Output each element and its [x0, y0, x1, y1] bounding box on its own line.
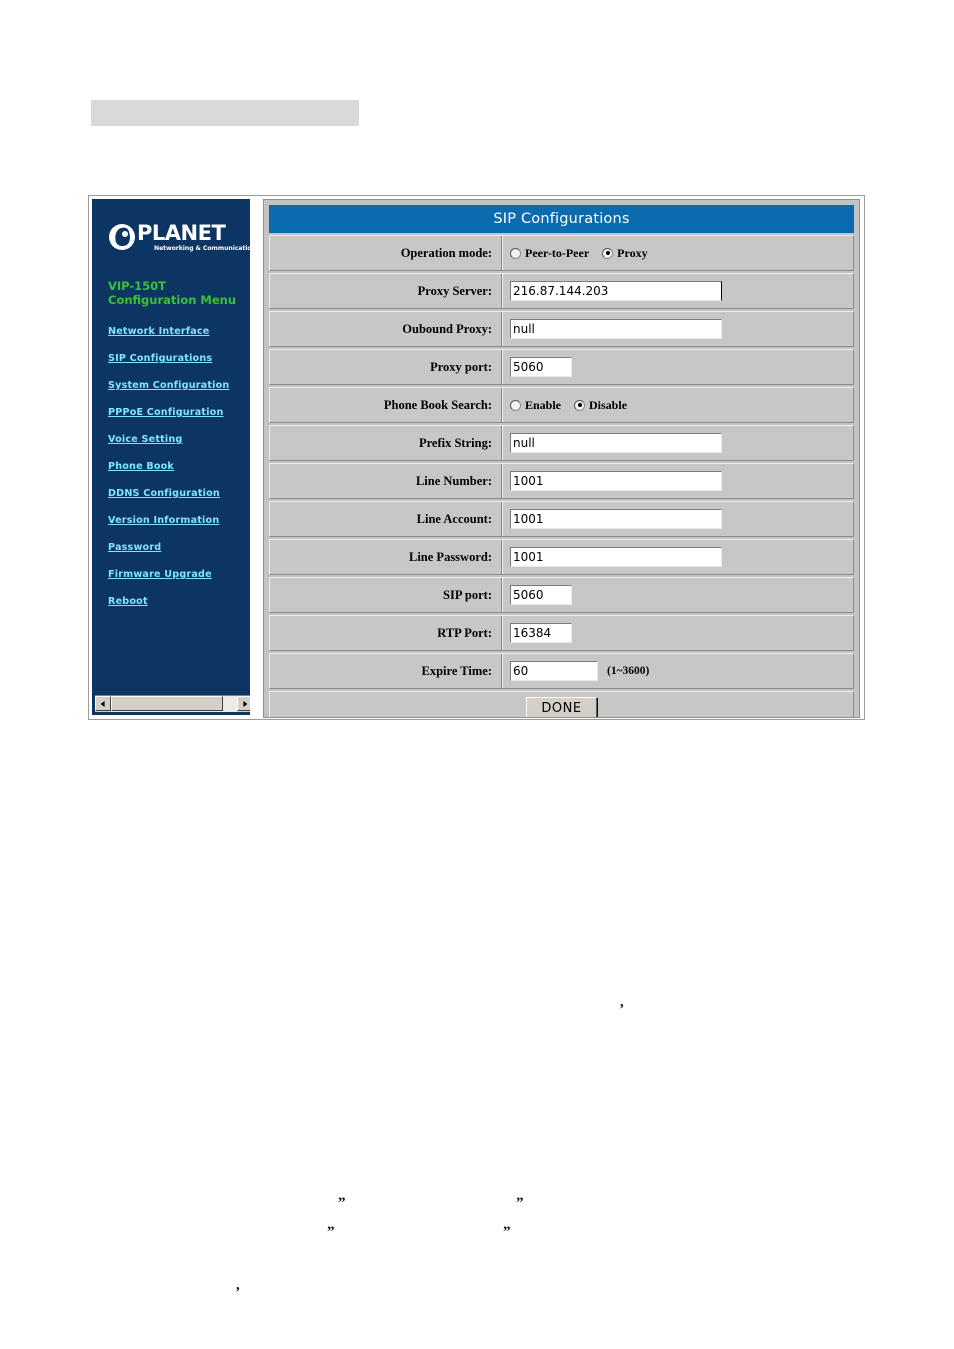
logo-wordmark: PLANET: [137, 221, 226, 245]
sidebar-item-sip-configurations[interactable]: SIP Configurations: [108, 353, 248, 364]
radio-label-disable: Disable: [589, 397, 628, 412]
label-line-number: Line Number:: [270, 464, 502, 498]
prefix-string-input[interactable]: [510, 433, 722, 453]
proxy-port-input[interactable]: [510, 357, 572, 377]
stray-mark-2: ”: [516, 1195, 524, 1211]
label-operation-mode: Operation mode:: [270, 236, 502, 270]
sidebar-item-firmware-upgrade[interactable]: Firmware Upgrade: [108, 569, 248, 580]
settings-form: Operation mode: Peer-to-Peer Proxy Proxy…: [264, 235, 859, 717]
stray-mark-1: ”: [338, 1195, 346, 1211]
outbound-proxy-input[interactable]: [510, 319, 722, 339]
phone-book-search-radio-group: Enable Disable: [510, 398, 627, 413]
label-rtp-port: RTP Port:: [270, 616, 502, 650]
stray-mark-3: ”: [327, 1224, 335, 1240]
radio-dot-proxy[interactable]: [602, 247, 614, 259]
radio-peer-to-peer[interactable]: Peer-to-Peer: [510, 246, 589, 261]
sidebar-item-voice-setting[interactable]: Voice Setting: [108, 434, 248, 445]
done-button[interactable]: DONE: [526, 697, 597, 717]
device-model-label: VIP-150T: [108, 279, 167, 293]
line-account-input[interactable]: [510, 509, 722, 529]
scrollbar-thumb[interactable]: [111, 696, 223, 711]
row-line-password: Line Password:: [269, 539, 854, 575]
radio-proxy[interactable]: Proxy: [602, 245, 648, 261]
row-operation-mode: Operation mode: Peer-to-Peer Proxy: [269, 235, 854, 271]
line-number-input[interactable]: [510, 471, 722, 491]
label-sip-port: SIP port:: [270, 578, 502, 612]
main-panel: SIP Configurations Operation mode: Peer-…: [263, 199, 860, 718]
value-proxy-port: [502, 350, 853, 384]
operation-mode-radio-group: Peer-to-Peer Proxy: [510, 246, 648, 261]
router-web-ui-frame: PLANET Networking & Communication VIP-15…: [88, 195, 865, 720]
configuration-menu-label: Configuration Menu: [108, 293, 237, 307]
proxy-server-input[interactable]: [510, 281, 722, 301]
radio-label-enable: Enable: [525, 397, 562, 412]
sidebar-item-network-interface[interactable]: Network Interface: [108, 326, 248, 337]
value-operation-mode: Peer-to-Peer Proxy: [502, 236, 853, 270]
sip-port-input[interactable]: [510, 585, 572, 605]
label-outbound-proxy: Oubound Proxy:: [270, 312, 502, 346]
row-rtp-port: RTP Port:: [269, 615, 854, 651]
scroll-right-arrow-icon[interactable]: [237, 696, 250, 711]
row-proxy-server: Proxy Server:: [269, 273, 854, 309]
value-rtp-port: [502, 616, 853, 650]
sidebar: PLANET Networking & Communication VIP-15…: [92, 199, 250, 715]
stray-mark-4: ”: [503, 1224, 511, 1240]
planet-globe-icon: [109, 224, 135, 250]
sidebar-nav: Network Interface SIP Configurations Sys…: [108, 326, 248, 623]
label-phone-book-search: Phone Book Search:: [270, 388, 502, 422]
value-sip-port: [502, 578, 853, 612]
page-title: VIP-150T Configuration Menu: [108, 279, 236, 307]
value-prefix-string: [502, 426, 853, 460]
value-line-number: [502, 464, 853, 498]
value-outbound-proxy: [502, 312, 853, 346]
value-line-password: [502, 540, 853, 574]
sidebar-item-system-configuration[interactable]: System Configuration: [108, 380, 248, 391]
radio-phone-book-disable[interactable]: Disable: [574, 398, 627, 413]
planet-logo: PLANET Networking & Communication: [109, 221, 250, 262]
scroll-left-arrow-icon[interactable]: [95, 696, 111, 711]
stray-mark-5: ,: [236, 1277, 240, 1293]
value-expire-time: (1~3600): [502, 654, 853, 688]
sidebar-horizontal-scrollbar[interactable]: [95, 695, 250, 712]
rtp-port-input[interactable]: [510, 623, 572, 643]
line-password-input[interactable]: [510, 547, 722, 567]
label-prefix-string: Prefix String:: [270, 426, 502, 460]
row-proxy-port: Proxy port:: [269, 349, 854, 385]
expire-time-input[interactable]: [510, 661, 598, 681]
radio-dot-disable[interactable]: [574, 399, 586, 411]
row-sip-port: SIP port:: [269, 577, 854, 613]
row-expire-time: Expire Time: (1~3600): [269, 653, 854, 689]
value-proxy-server: [502, 274, 853, 308]
value-phone-book-search: Enable Disable: [502, 388, 853, 422]
blank-heading-bar: [91, 100, 359, 126]
scrollbar-track[interactable]: [111, 696, 237, 712]
value-line-account: [502, 502, 853, 536]
row-submit: DONE: [269, 691, 854, 717]
sidebar-item-ddns-configuration[interactable]: DDNS Configuration: [108, 488, 248, 499]
sidebar-item-pppoe-configuration[interactable]: PPPoE Configuration: [108, 407, 248, 418]
sidebar-item-reboot[interactable]: Reboot: [108, 596, 248, 607]
panel-header: SIP Configurations: [269, 205, 854, 233]
label-proxy-port: Proxy port:: [270, 350, 502, 384]
row-line-number: Line Number:: [269, 463, 854, 499]
label-line-password: Line Password:: [270, 540, 502, 574]
label-expire-time: Expire Time:: [270, 654, 502, 688]
label-line-account: Line Account:: [270, 502, 502, 536]
label-proxy-server: Proxy Server:: [270, 274, 502, 308]
radio-label-proxy: Proxy: [617, 245, 648, 260]
sidebar-item-password[interactable]: Password: [108, 542, 248, 553]
radio-phone-book-enable[interactable]: Enable: [510, 398, 561, 413]
radio-label-peer-to-peer: Peer-to-Peer: [525, 245, 590, 260]
sidebar-item-version-information[interactable]: Version Information: [108, 515, 248, 526]
logo-tagline: Networking & Communication: [154, 245, 250, 252]
radio-dot-peer-to-peer[interactable]: [510, 247, 521, 259]
row-prefix-string: Prefix String:: [269, 425, 854, 461]
sidebar-item-phone-book[interactable]: Phone Book: [108, 461, 248, 472]
row-outbound-proxy: Oubound Proxy:: [269, 311, 854, 347]
stray-mark-0: ,: [620, 994, 624, 1010]
row-line-account: Line Account:: [269, 501, 854, 537]
radio-dot-enable[interactable]: [510, 399, 521, 411]
row-phone-book-search: Phone Book Search: Enable Disable: [269, 387, 854, 423]
expire-time-range-hint: (1~3600): [607, 665, 650, 677]
